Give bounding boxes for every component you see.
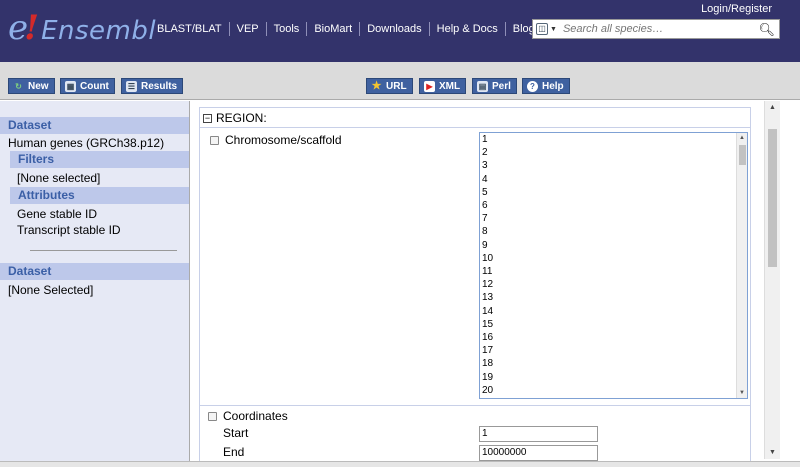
list-item[interactable]: 3 [480,159,747,172]
xml-button[interactable]: ▶ XML [419,78,467,94]
list-item[interactable]: 16 [480,331,747,344]
species-search-box[interactable]: ◫ ▼ 🔍︎ [532,19,780,39]
chevron-down-icon[interactable]: ▼ [550,26,557,33]
coordinates-label: Coordinates [223,409,288,423]
table-icon: ☰ [126,80,137,92]
end-label: End [223,445,245,459]
chromosome-options: 1 2 3 4 5 6 7 8 9 10 11 12 13 14 15 16 1… [480,133,747,397]
new-button[interactable]: ↻ New [8,78,55,94]
start-input[interactable]: 1 [479,426,598,442]
scroll-up-icon[interactable]: ▲ [769,104,776,111]
divider [200,127,750,128]
chromosome-label: Chromosome/scaffold [225,133,342,147]
list-item[interactable]: 7 [480,212,747,225]
scroll-down-icon[interactable]: ▼ [739,390,745,396]
help-button[interactable]: ? Help [522,78,570,94]
list-item[interactable]: 18 [480,357,747,370]
url-button[interactable]: ★ URL [366,78,413,94]
list-item[interactable]: 5 [480,186,747,199]
chromosome-list-scrollbar[interactable]: ▲ ▼ [736,133,747,398]
perl-button[interactable]: ▤ Perl [472,78,517,94]
list-item[interactable]: 8 [480,225,747,238]
nav-vep[interactable]: VEP [228,22,266,36]
attribute-item: Gene stable ID [17,207,98,221]
list-item[interactable]: 6 [480,199,747,212]
filters-header[interactable]: Filters [10,151,189,168]
start-label: Start [223,426,249,440]
list-item[interactable]: 11 [480,265,747,278]
help-icon: ? [527,80,538,92]
list-item[interactable]: 10 [480,252,747,265]
search-icon[interactable]: 🔍︎ [758,22,775,38]
biomart-toolbar: ↻ New ▦ Count ☰ Results ★ URL ▶ XML ▤ Pe… [0,62,800,100]
species-selector-icon[interactable]: ◫ [536,23,548,35]
nav-downloads[interactable]: Downloads [359,22,428,36]
xml-button-label: XML [439,80,461,92]
dataset-header[interactable]: Dataset [0,117,189,134]
list-item[interactable]: 13 [480,291,747,304]
list-item[interactable]: 17 [480,344,747,357]
bottom-edge [0,461,800,467]
chromosome-checkbox[interactable] [210,136,219,145]
logo-word: Ensembl [41,16,157,46]
attributes-header[interactable]: Attributes [10,187,189,204]
new-button-label: New [28,80,49,92]
scroll-thumb[interactable] [768,129,777,267]
dataset-value[interactable]: Human genes (GRCh38.p12) [0,135,189,151]
scroll-up-icon[interactable]: ▲ [739,135,745,141]
dataset2-value: [None Selected] [8,283,94,297]
list-item[interactable]: 15 [480,318,747,331]
list-item[interactable]: 2 [480,146,747,159]
divider [30,250,177,251]
perl-button-label: Perl [492,80,511,92]
ensembl-logo[interactable]: e ! Ensembl [8,8,156,48]
login-register-link[interactable]: Login/Register [701,3,772,15]
scroll-thumb[interactable] [739,145,746,165]
site-header: e ! Ensembl BLAST/BLAT VEP Tools BioMart… [0,0,800,62]
help-button-label: Help [542,80,564,92]
results-button-label: Results [141,80,178,92]
nav-blast[interactable]: BLAST/BLAT [150,22,229,36]
count-button-label: Count [80,80,109,92]
list-item[interactable]: 12 [480,278,747,291]
results-button[interactable]: ☰ Results [121,78,184,94]
filters-value: [None selected] [17,171,101,185]
nav-tools[interactable]: Tools [265,22,307,36]
collapse-icon[interactable]: − [203,113,212,123]
dataset2-header[interactable]: Dataset [0,263,189,280]
list-item[interactable]: 1 [480,133,747,146]
region-title-label: REGION: [216,111,267,125]
end-input[interactable]: 10000000 [479,445,598,461]
filter-panel: − REGION: Chromosome/scaffold 1 2 3 4 5 … [191,101,800,467]
divider [200,405,750,406]
xml-icon: ▶ [424,80,435,92]
attribute-item: Transcript stable ID [17,223,121,237]
list-item[interactable]: 4 [480,173,747,186]
coordinates-checkbox[interactable] [208,412,217,421]
count-button[interactable]: ▦ Count [60,78,115,94]
logo-bang: ! [24,8,40,48]
region-section-title[interactable]: − REGION: [203,111,267,125]
top-nav: BLAST/BLAT VEP Tools BioMart Downloads H… [150,22,542,36]
document-icon: ▤ [477,80,488,92]
star-icon: ★ [371,79,382,92]
region-filter-box: − REGION: Chromosome/scaffold 1 2 3 4 5 … [199,107,751,467]
list-item[interactable]: 14 [480,305,747,318]
scroll-down-icon[interactable]: ▼ [769,449,776,456]
list-item[interactable]: 20 [480,384,747,397]
list-item[interactable]: 19 [480,371,747,384]
search-input[interactable] [562,23,753,35]
nav-biomart[interactable]: BioMart [306,22,359,36]
list-item[interactable]: 9 [480,239,747,252]
calculator-icon: ▦ [65,80,76,92]
refresh-icon: ↻ [15,81,22,91]
summary-panel: Dataset Human genes (GRCh38.p12) Filters… [0,101,190,467]
chromosome-select-list[interactable]: 1 2 3 4 5 6 7 8 9 10 11 12 13 14 15 16 1… [479,132,748,399]
nav-help-docs[interactable]: Help & Docs [428,22,505,36]
main-scrollbar[interactable]: ▲ ▼ [764,101,780,459]
url-button-label: URL [386,80,407,92]
